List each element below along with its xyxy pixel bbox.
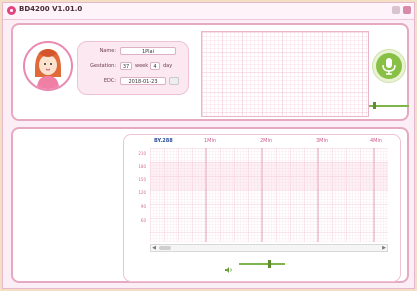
app-window: BD4200 V1.01.0 Name: 1Plai Gestation: 37…: [2, 2, 415, 289]
speaker-icon[interactable]: [225, 259, 233, 273]
chart-header-label: 3Min: [316, 138, 329, 144]
y-tick-label: 60: [140, 218, 146, 223]
y-tick-label: 90: [140, 204, 146, 209]
scroll-left-icon[interactable]: ◀: [151, 245, 157, 251]
gain-slider-handle[interactable]: [373, 102, 376, 109]
edc-label: EDC:: [103, 78, 116, 84]
name-label: Name:: [99, 48, 116, 54]
window-title: BD4200 V1.01.0: [19, 5, 83, 13]
edc-field[interactable]: 2018-01-23: [120, 77, 166, 85]
fhr-grid: [150, 148, 388, 242]
gestation-day-field[interactable]: 4: [150, 62, 160, 70]
gestation-week-field[interactable]: 37: [120, 62, 132, 70]
scroll-thumb[interactable]: [159, 246, 171, 250]
minimize-button[interactable]: [392, 6, 400, 14]
signal-grid: [201, 31, 369, 117]
chart-header-label: 2Min: [260, 138, 273, 144]
gestation-label: Gestation:: [90, 63, 116, 69]
volume-slider[interactable]: [239, 263, 285, 265]
microphone-icon: [376, 53, 402, 79]
y-tick-label: 150: [138, 177, 146, 182]
scroll-right-icon[interactable]: ▶: [381, 245, 387, 251]
name-field[interactable]: 1Plai: [120, 47, 176, 55]
chart-header-label: 1Min: [204, 138, 217, 144]
fetal-monitor-panel: BY.288 1Min 2Min 3Min 4Min 210 180 150 1…: [11, 127, 409, 283]
app-logo-icon: [7, 6, 16, 15]
status-bar: [3, 282, 414, 288]
chart-scrollbar[interactable]: ◀ ▶: [150, 244, 388, 252]
week-unit: week: [135, 63, 149, 69]
close-button[interactable]: [403, 6, 411, 14]
chart-header-label: 4Min: [370, 138, 383, 144]
title-bar: BD4200 V1.01.0: [3, 3, 414, 20]
fhr-chart-card: BY.288 1Min 2Min 3Min 4Min 210 180 150 1…: [123, 134, 401, 282]
calendar-button[interactable]: [169, 77, 179, 85]
y-tick-label: 180: [138, 164, 146, 169]
y-tick-label: 120: [138, 190, 146, 195]
chart-header-label: BY.288: [154, 138, 173, 144]
patient-panel: Name: 1Plai Gestation: 37 week 4 day EDC…: [11, 23, 409, 121]
day-unit: day: [163, 63, 173, 69]
y-tick-label: 210: [138, 151, 146, 156]
record-button[interactable]: [372, 49, 406, 83]
patient-info-card: Name: 1Plai Gestation: 37 week 4 day EDC…: [77, 41, 189, 95]
mother-avatar: [23, 41, 73, 91]
volume-slider-handle[interactable]: [268, 260, 271, 268]
